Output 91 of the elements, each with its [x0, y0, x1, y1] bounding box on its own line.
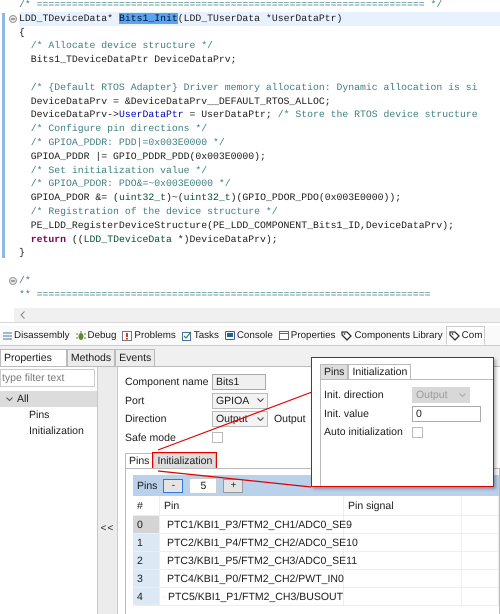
tasks-icon	[182, 330, 192, 340]
field-label: Init. value	[324, 408, 370, 420]
table-cell: PTC4/KBI1_P0/FTM2_CH2/PWT_IN0	[167, 572, 344, 584]
table-cell[interactable]: 0	[133, 516, 160, 534]
text-field[interactable]: 0	[412, 406, 481, 422]
checkbox[interactable]	[412, 426, 423, 438]
scroll-left-icon[interactable]	[20, 311, 25, 319]
tag-icon	[341, 330, 352, 340]
tag-icon	[448, 330, 460, 340]
code-line: LDD_TDeviceData* Bits1_Init(LDD_TUserData *UserDataPtr)	[19, 12, 342, 26]
direction-note: Output	[274, 413, 306, 426]
filter-field[interactable]: type filter text	[0, 369, 95, 387]
code-line: GPIOA_PDOR &= (uint32_t)~(uint32_t)(GPIO_PDOR_PDO(0x003E0000));	[30, 191, 402, 205]
code-line: Bits1_TDeviceDataPtr DeviceDataPrv;	[30, 53, 237, 67]
table-cell: PTC1/KBI1_P3/FTM2_CH1/ADC0_SE9	[167, 518, 352, 530]
code-line: /*	[19, 274, 31, 288]
window-icon	[278, 331, 289, 340]
table-cell	[462, 516, 499, 534]
code-line: /* ================================================================== */	[19, 0, 442, 12]
chevron-down-icon	[459, 392, 466, 398]
code-line: GPIOA_PDDR |= GPIO_PDDR_PDD(0x003E0000);	[30, 150, 266, 164]
view-tab[interactable]: Debug	[72, 326, 120, 345]
table-cell	[462, 588, 499, 606]
code-line: ** ===================================================================	[19, 288, 431, 302]
view-tab[interactable]: Components Library	[338, 326, 446, 345]
checkbox[interactable]	[212, 432, 223, 444]
field-label: Direction	[125, 413, 168, 426]
list-icon	[3, 332, 12, 340]
table-cell	[462, 552, 499, 570]
table-cell[interactable]: 3	[133, 570, 160, 588]
tree-item[interactable]: All	[0, 391, 97, 407]
code-line: /* GPIOA_PDOR: PDO&=~0x003E0000 */	[30, 177, 231, 192]
code-line: return ((LDD_TDeviceData *)DeviceDataPrv);	[30, 232, 278, 246]
column-header: Pin	[160, 496, 344, 516]
tab[interactable]: Pins	[125, 453, 154, 468]
table-cell: PTC2/KBI1_P4/FTM2_CH2/ADC0_SE10	[167, 536, 358, 548]
tab[interactable]: Initialization	[153, 453, 216, 468]
view-tab[interactable]: Properties	[276, 326, 338, 345]
field-label: Auto initialization	[324, 426, 404, 438]
field-label: Component name	[125, 376, 210, 388]
field-label: Port	[125, 394, 146, 407]
chevron-down-icon	[257, 416, 264, 422]
code-line: PE_LDD_RegisterDeviceStructure(PE_LDD_COMPONENT_Bits1_ID,DeviceDataPrv);	[30, 218, 454, 233]
tab[interactable]: Initialization	[348, 364, 412, 379]
column-header	[462, 496, 499, 516]
code-line: /* {Default RTOS Adapter} Driver memory allocation: Dynamic allocation is si	[30, 80, 478, 95]
column-header: Pin signal	[344, 496, 462, 516]
table-cell[interactable]: 4	[133, 588, 160, 606]
code-line: /* Configure pin directions */	[30, 122, 208, 136]
table-cell[interactable]: 1	[133, 534, 160, 552]
field-label: Init. direction	[324, 389, 385, 402]
table-cell: PTC3/KBI1_P5/FTM2_CH3/ADC0_SE11	[167, 554, 358, 566]
console-icon	[224, 331, 235, 340]
add-button[interactable]: +	[223, 478, 244, 492]
remove-button[interactable]: -	[163, 478, 184, 492]
collapse-button[interactable]: <<	[100, 522, 116, 535]
view-tab[interactable]: Com	[446, 326, 486, 345]
field-label: Safe mode	[125, 432, 177, 444]
tree-item[interactable]: Initialization	[0, 423, 97, 439]
chevron-icon[interactable]	[6, 396, 13, 402]
bug-icon	[76, 330, 86, 340]
horizontal-scrollbar[interactable]	[14, 308, 500, 322]
table-cell[interactable]: 2	[133, 552, 160, 570]
code-line: {	[19, 26, 25, 40]
collapse-icon[interactable]	[9, 276, 17, 285]
tab[interactable]: Pins	[320, 364, 348, 379]
view-tab[interactable]: Problems	[119, 326, 179, 345]
count-field[interactable]: 5	[189, 478, 218, 494]
tab[interactable]: Methods	[66, 349, 116, 366]
tab[interactable]: Properties	[0, 349, 67, 366]
collapse-icon[interactable]	[9, 14, 17, 23]
code-line: DeviceDataPrv = &DeviceDataPrv__DEFAULT_RTOS_ALLOC;	[30, 94, 331, 108]
tree-item[interactable]: Pins	[0, 407, 97, 423]
view-tab[interactable]: Tasks	[178, 326, 222, 345]
table-cell: PTC5/KBI1_P1/FTM2_CH3/BUSOUT	[168, 590, 343, 602]
code-line: /* Set initialization value */	[30, 164, 208, 178]
code-line: /* GPIOA_PDDR: PDD|=0x003E0000 */	[30, 136, 225, 150]
view-tab[interactable]: Console	[222, 326, 276, 345]
problems-icon	[122, 330, 132, 340]
code-line: /* Allocate device structure */	[30, 39, 214, 54]
tab[interactable]: Events	[115, 349, 156, 366]
view-tab[interactable]: Disassembly	[0, 326, 73, 345]
text-field[interactable]: Bits1	[212, 374, 266, 390]
dropdown[interactable]: GPIOA	[212, 392, 268, 409]
table-cell	[462, 570, 499, 588]
table-title: Pins	[137, 480, 158, 492]
code-line: }	[19, 246, 25, 260]
code-line: DeviceDataPrv->UserDataPtr = UserDataPtr; /* Store the RTOS device structure	[30, 108, 478, 122]
code-line: /* Registration of the device structure */	[30, 204, 278, 219]
chevron-down-icon	[257, 398, 264, 404]
table-cell	[462, 534, 499, 552]
